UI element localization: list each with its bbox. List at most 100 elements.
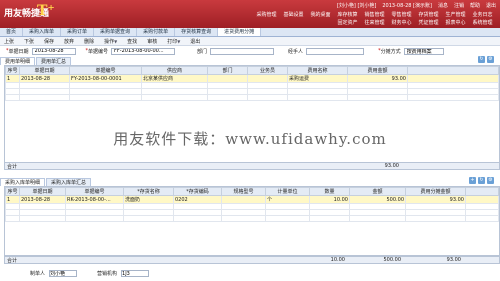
method-select[interactable] [403, 47, 444, 55]
column-header[interactable]: 序号 [5, 187, 20, 196]
cell-fee-allocation[interactable]: 93.00 [405, 195, 466, 204]
menu-item[interactable]: 报表中心 [442, 19, 469, 26]
tab-home[interactable]: 首页 [0, 28, 24, 36]
column-header[interactable]: 部门 [207, 66, 248, 75]
cell-unit[interactable]: 个 [265, 195, 310, 204]
menu-item[interactable]: 采购管理 [253, 11, 280, 18]
settings-icon[interactable]: ⚙ [487, 56, 494, 63]
refresh-icon[interactable]: ↻ [478, 177, 485, 184]
total-label: 合计 [7, 257, 18, 264]
fee-total-row: 合计 93.00 [4, 162, 500, 170]
column-header[interactable]: 费用名称 [287, 66, 348, 75]
column-header[interactable]: 业务员 [247, 66, 288, 75]
cell-number[interactable]: FY-2013-08-00-0001 [69, 74, 142, 83]
menu-item[interactable]: 系统管理 [469, 19, 496, 26]
tab-purchase-query[interactable]: 采购单据查询 [94, 28, 138, 36]
tab-fee-summary[interactable]: 费用单汇总 [36, 57, 72, 65]
message-link[interactable]: 消息 [438, 2, 448, 9]
operation-button[interactable]: 操作▼ [104, 38, 117, 45]
tab-inventory-query[interactable]: 存货核算查询 [175, 28, 219, 36]
column-header [407, 66, 499, 75]
logout-link[interactable]: 注销 [454, 2, 464, 9]
tab-payment[interactable]: 采购付款单 [137, 28, 176, 36]
tab-receipt-summary[interactable]: 采购入库单汇总 [46, 178, 92, 186]
menu-item[interactable]: 固定资产 [334, 19, 361, 26]
find-button[interactable]: 查找 [127, 38, 137, 45]
table-row[interactable]: 1 2013-08-28 RK-2013-08-00-... 洗面奶 0202 … [5, 195, 499, 204]
cell-item-code[interactable]: 0202 [173, 195, 222, 204]
operation-label: 操作 [104, 38, 115, 45]
menu-item[interactable]: 销售管理 [361, 11, 388, 18]
tab-receipt-detail[interactable]: 采购入库单明细 [0, 178, 46, 186]
cell-amount[interactable]: 500.00 [349, 195, 406, 204]
menu-item[interactable]: 财务中心 [388, 19, 415, 26]
cell-quantity[interactable]: 10.00 [309, 195, 350, 204]
help-link[interactable]: 帮助 [470, 2, 480, 9]
audit-button[interactable]: 审核 [147, 38, 157, 45]
clerk-field[interactable] [306, 47, 365, 55]
menu-item[interactable]: 凭证管理 [415, 19, 442, 26]
maker-field[interactable] [49, 270, 78, 277]
add-row-icon[interactable]: + [469, 177, 476, 184]
menu-item[interactable]: 生产管理 [442, 11, 469, 18]
column-header[interactable]: 供应商 [141, 66, 208, 75]
column-header[interactable]: 单据编号 [65, 187, 124, 196]
tab-fee-detail[interactable]: 费用单明细 [0, 57, 36, 65]
column-header[interactable]: 单据日期 [19, 66, 70, 75]
table-row[interactable] [5, 94, 499, 101]
cell-clerk[interactable] [247, 74, 288, 83]
column-header[interactable]: 计量单位 [265, 187, 310, 196]
tab-purchase-receipt[interactable]: 采购入库单 [23, 28, 62, 36]
column-header[interactable]: 费用金额 [347, 66, 408, 75]
total-label: 合计 [7, 163, 18, 170]
cell-filler [407, 74, 499, 83]
status-bar: [刘小艳] [刘小艳] 2013-08-28 [演示账] 消息 注销 帮助 退出 [337, 2, 496, 9]
table-row[interactable] [5, 215, 499, 222]
cell-date[interactable]: 2013-08-28 [19, 74, 70, 83]
column-header[interactable]: 费用分摊金额 [405, 187, 466, 196]
column-header[interactable]: 数量 [309, 187, 350, 196]
exit-button[interactable]: 退出 [190, 38, 200, 45]
refresh-icon[interactable]: ↻ [478, 56, 485, 63]
menu-item[interactable]: 业务日志 [469, 11, 496, 18]
delete-button[interactable]: 删除 [84, 38, 94, 45]
discard-button[interactable]: 放弃 [64, 38, 74, 45]
cell-fee-amount[interactable]: 93.00 [347, 74, 408, 83]
date-field[interactable] [31, 47, 76, 55]
column-header[interactable]: 规格型号 [221, 187, 266, 196]
main-menu-row1: 采购管理 基础设置 我的桌面 库存核算 销售管理 零售管理 存货管理 生产管理 … [253, 11, 496, 18]
column-header[interactable]: 序号 [5, 66, 20, 75]
tab-purchase-order[interactable]: 采购订单 [61, 28, 95, 36]
menu-item[interactable]: 基础设置 [280, 11, 307, 18]
prev-button[interactable]: 上张 [4, 38, 14, 45]
menu-item[interactable]: 存货管理 [415, 11, 442, 18]
menu-item[interactable]: 零售管理 [388, 11, 415, 18]
menu-item[interactable]: 库存核算 [334, 11, 361, 18]
menu-item[interactable]: 我的桌面 [307, 11, 334, 18]
org-field[interactable] [121, 270, 150, 277]
column-header[interactable]: 单据日期 [19, 187, 66, 196]
table-row[interactable]: 1 2013-08-28 FY-2013-08-00-0001 北京某供应商 采… [5, 74, 499, 83]
menu-item[interactable]: 往来管理 [361, 19, 388, 26]
cell-number[interactable]: RK-2013-08-00-... [65, 195, 124, 204]
number-field[interactable] [111, 47, 176, 55]
cell-fee-name[interactable]: 采购运费 [287, 74, 348, 83]
tab-cost-allocation[interactable]: 进货费用分摊 [218, 28, 262, 36]
next-button[interactable]: 下张 [24, 38, 34, 45]
column-header[interactable]: 单据编号 [69, 66, 142, 75]
cell-supplier[interactable]: 北京某供应商 [141, 74, 208, 83]
cell-spec[interactable] [221, 195, 266, 204]
total-amount: 500.00 [383, 257, 402, 263]
cell-date[interactable]: 2013-08-28 [19, 195, 66, 204]
column-header[interactable]: *存货名称 [123, 187, 174, 196]
column-header[interactable]: *存货编码 [173, 187, 222, 196]
settings-icon[interactable]: ⚙ [487, 177, 494, 184]
exit-link[interactable]: 退出 [486, 2, 496, 9]
save-button[interactable]: 保存 [44, 38, 54, 45]
print-button[interactable]: 打印▼ [167, 38, 180, 45]
dept-field[interactable] [210, 47, 275, 55]
cell-item-name[interactable]: 洗面奶 [123, 195, 174, 204]
cell-dept[interactable] [207, 74, 248, 83]
cell-index: 1 [5, 195, 20, 204]
column-header[interactable]: 金额 [349, 187, 406, 196]
